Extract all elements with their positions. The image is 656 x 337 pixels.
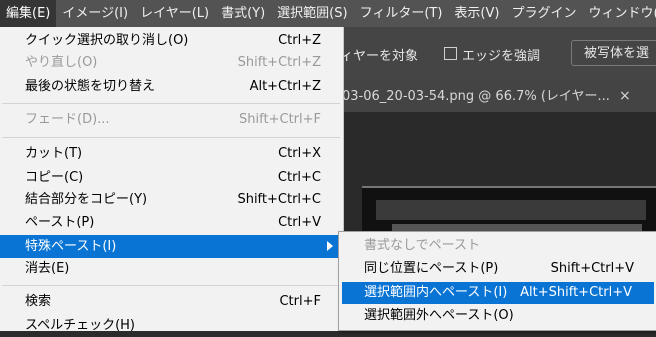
menu-item-label: 検索: [25, 294, 52, 309]
submenu-item-label: 書式なしでペースト: [364, 238, 480, 253]
menu-item-paste-special[interactable]: 特殊ペースト(I): [0, 235, 343, 258]
menu-layer[interactable]: レイヤー(L): [134, 0, 215, 27]
submenu-item-paste-into[interactable]: 選択範囲内へペースト(I) Alt+Shift+Ctrl+V: [342, 282, 654, 304]
submenu-item-label: 選択範囲外へペースト(O): [364, 308, 514, 323]
menu-view[interactable]: 表示(V): [448, 0, 505, 27]
menu-separator: [2, 137, 340, 138]
menu-item-label: 消去(E): [25, 261, 70, 276]
menu-item-undo[interactable]: クイック選択の取り消し(O) Ctrl+Z: [0, 30, 343, 52]
select-subject-button[interactable]: 被写体を選: [571, 40, 656, 66]
menu-item-label: やり直し(O): [25, 55, 98, 70]
submenu-arrow-icon: [327, 241, 333, 251]
menu-item-label: クイック選択の取り消し(O): [25, 33, 189, 48]
submenu-item-paste-without-formatting[interactable]: 書式なしでペースト: [339, 235, 656, 257]
submenu-item-paste-outside[interactable]: 選択範囲外へペースト(O): [339, 305, 656, 327]
menu-item-clear[interactable]: 消去(E): [0, 258, 343, 280]
menu-bar: 編集(E) イメージ(I) レイヤー(L) 書式(Y) 選択範囲(S) フィルタ…: [0, 0, 656, 27]
submenu-item-label: 選択範囲内へペースト(I): [364, 285, 508, 300]
menu-window[interactable]: ウィンドウ(W: [582, 0, 656, 27]
menu-item-search[interactable]: 検索 Ctrl+F: [0, 291, 343, 313]
enhance-edge-checkbox[interactable]: [444, 47, 457, 60]
menu-type[interactable]: 書式(Y): [215, 0, 271, 27]
close-icon[interactable]: ×: [619, 81, 631, 112]
menu-item-spell-check[interactable]: スペルチェック(H): [0, 315, 343, 337]
menu-plugins[interactable]: プラグイン: [505, 0, 582, 27]
document-tab[interactable]: 03-06_20-03-54.png @ 66.7% (レイヤー... ×: [336, 81, 656, 112]
paste-special-submenu: 書式なしでペースト 同じ位置にペースト(P) Shift+Ctrl+V 選択範囲…: [338, 231, 656, 331]
enhance-edge-label: エッジを強調: [462, 49, 541, 64]
document-tab-title: 03-06_20-03-54.png @ 66.7% (レイヤー...: [342, 89, 610, 104]
submenu-item-shortcut: Shift+Ctrl+V: [550, 261, 634, 276]
menu-separator: [2, 103, 340, 104]
menu-item-copy[interactable]: コピー(C) Ctrl+C: [0, 167, 343, 189]
menu-item-label: コピー(C): [25, 170, 84, 185]
menu-item-shortcut: Ctrl+Z: [278, 33, 321, 48]
menu-item-label: 最後の状態を切り替え: [25, 79, 156, 94]
menu-item-shortcut: Alt+Ctrl+Z: [249, 79, 321, 94]
menu-select[interactable]: 選択範囲(S): [271, 0, 353, 27]
menu-edit[interactable]: 編集(E): [0, 0, 57, 27]
submenu-item-paste-in-place[interactable]: 同じ位置にペースト(P) Shift+Ctrl+V: [339, 258, 656, 280]
menu-item-toggle-last-state[interactable]: 最後の状態を切り替え Alt+Ctrl+Z: [0, 76, 343, 98]
menu-item-shortcut: Ctrl+X: [278, 146, 321, 161]
menu-item-shortcut: Ctrl+V: [278, 215, 321, 230]
menu-item-paste[interactable]: ペースト(P) Ctrl+V: [0, 212, 343, 234]
menu-item-label: 特殊ペースト(I): [25, 239, 117, 254]
menu-item-fade[interactable]: フェード(D)... Shift+Ctrl+F: [0, 109, 343, 131]
submenu-item-label: 同じ位置にペースト(P): [364, 261, 499, 276]
submenu-item-shortcut: Alt+Shift+Ctrl+V: [520, 285, 632, 300]
canvas-image-region: [376, 200, 646, 220]
menu-item-label: 結合部分をコピー(Y): [25, 192, 148, 207]
menu-item-label: ペースト(P): [25, 215, 95, 230]
menu-item-label: スペルチェック(H): [25, 318, 136, 333]
menu-item-redo[interactable]: やり直し(O) Shift+Ctrl+Z: [0, 52, 343, 74]
menu-item-copy-merged[interactable]: 結合部分をコピー(Y) Shift+Ctrl+C: [0, 189, 343, 211]
menu-image[interactable]: イメージ(I): [56, 0, 134, 27]
menu-filter[interactable]: フィルター(T): [354, 0, 449, 27]
menu-item-shortcut: Shift+Ctrl+Z: [237, 55, 321, 70]
menu-separator: [2, 285, 340, 286]
menu-item-label: カット(T): [25, 146, 83, 161]
menu-item-shortcut: Ctrl+C: [277, 170, 321, 185]
menu-item-cut[interactable]: カット(T) Ctrl+X: [0, 143, 343, 165]
menu-item-shortcut: Ctrl+F: [279, 294, 321, 309]
edit-menu-dropdown: クイック選択の取り消し(O) Ctrl+Z やり直し(O) Shift+Ctrl…: [0, 27, 344, 333]
menu-item-shortcut: Shift+Ctrl+C: [237, 192, 321, 207]
sample-all-layers-label: ィヤーを対象: [340, 49, 419, 64]
menu-item-label: フェード(D)...: [25, 112, 110, 127]
menu-item-shortcut: Shift+Ctrl+F: [239, 112, 321, 127]
